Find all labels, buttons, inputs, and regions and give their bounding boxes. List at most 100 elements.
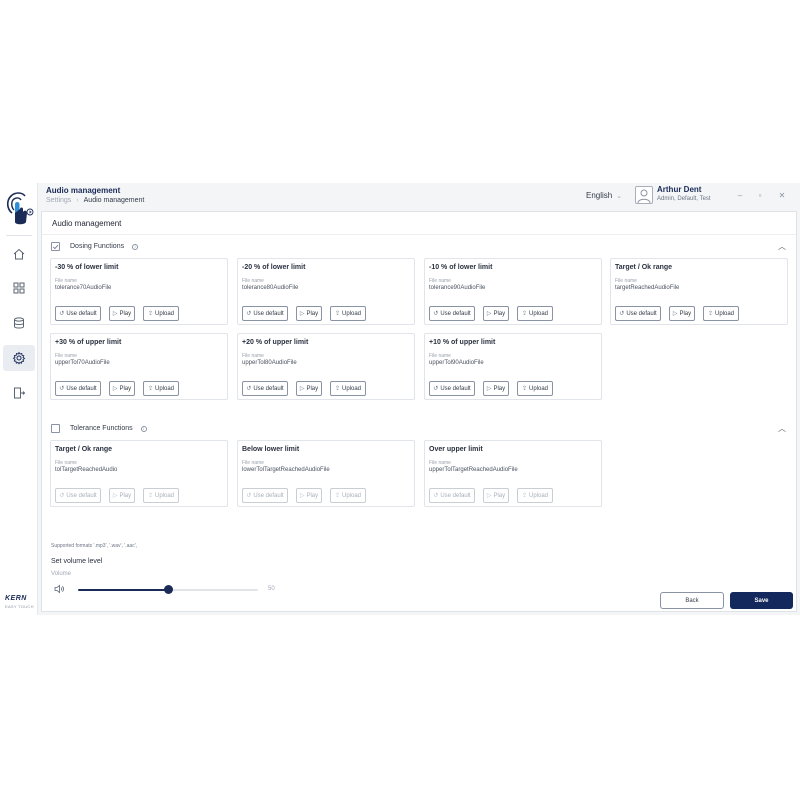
upload-icon: ⇪ [707, 311, 713, 317]
play-button[interactable]: ▷ Play [296, 381, 322, 396]
use-default-button[interactable]: ↺ Use default [429, 488, 475, 503]
play-button[interactable]: ▷ Play [109, 488, 135, 503]
reset-icon: ↺ [619, 311, 625, 317]
divider [42, 234, 796, 235]
use-default-button[interactable]: ↺ Use default [429, 306, 475, 321]
play-button[interactable]: ▷ Play [109, 306, 135, 321]
audio-card: -20 % of lower limit File name tolerance80… [237, 258, 415, 325]
play-button[interactable]: ▷ Play [296, 488, 322, 503]
play-icon: ▷ [112, 311, 118, 317]
file-name-value: upperTol90AudioFile [429, 360, 484, 366]
brand-subtitle: EASY TOUCH [5, 604, 34, 609]
play-label: Play [119, 310, 132, 317]
upload-button[interactable]: ⇪ Upload [330, 488, 366, 503]
back-button[interactable]: Back [660, 592, 724, 609]
use-default-button[interactable]: ↺ Use default [615, 306, 661, 321]
upload-label: Upload [342, 492, 362, 499]
play-icon: ▷ [672, 311, 678, 317]
upload-button[interactable]: ⇪ Upload [517, 488, 553, 503]
minimize-icon[interactable]: – [734, 189, 746, 201]
sidebar-item-settings[interactable] [3, 345, 35, 371]
card-actions: ↺ Use default ▷ Play ⇪ Upload [615, 306, 739, 321]
play-button[interactable]: ▷ Play [296, 306, 322, 321]
volume-slider-fill [78, 589, 168, 591]
breadcrumb-settings-link[interactable]: Settings [46, 197, 71, 204]
upload-button[interactable]: ⇪ Upload [143, 488, 179, 503]
user-name: Arthur Dent [657, 185, 702, 194]
user-icon [637, 189, 651, 203]
avatar[interactable] [635, 186, 653, 204]
file-name-label: File name [55, 353, 77, 359]
upload-button[interactable]: ⇪ Upload [703, 306, 739, 321]
use-default-button[interactable]: ↺ Use default [242, 488, 288, 503]
use-default-label: Use default [253, 385, 284, 392]
sidebar-item-dashboard[interactable] [3, 275, 35, 301]
file-name-value: targetReachedAudioFile [615, 285, 680, 291]
upload-label: Upload [529, 385, 549, 392]
reset-icon: ↺ [433, 493, 439, 499]
use-default-button[interactable]: ↺ Use default [242, 381, 288, 396]
play-icon: ▷ [299, 386, 305, 392]
use-default-button[interactable]: ↺ Use default [55, 488, 101, 503]
upload-icon: ⇪ [521, 386, 527, 392]
language-select[interactable]: English ⌄ [586, 191, 622, 200]
grid-icon [13, 282, 25, 294]
play-button[interactable]: ▷ Play [483, 488, 509, 503]
file-name-label: File name [429, 460, 451, 466]
card-actions: ↺ Use default ▷ Play ⇪ Upload [55, 381, 179, 396]
use-default-button[interactable]: ↺ Use default [242, 306, 288, 321]
play-button[interactable]: ▷ Play [109, 381, 135, 396]
info-icon[interactable]: i [132, 243, 139, 250]
play-button[interactable]: ▷ Play [483, 306, 509, 321]
card-title: Target / Ok range [615, 264, 673, 271]
upload-button[interactable]: ⇪ Upload [330, 306, 366, 321]
card-actions: ↺ Use default ▷ Play ⇪ Upload [429, 381, 553, 396]
use-default-button[interactable]: ↺ Use default [55, 381, 101, 396]
card-title: +10 % of upper limit [429, 339, 496, 346]
maximize-icon[interactable]: ▫ [754, 189, 766, 201]
upload-label: Upload [529, 310, 549, 317]
close-icon[interactable]: ✕ [776, 189, 788, 201]
dosing-checkbox[interactable] [51, 242, 60, 251]
info-icon[interactable]: i [140, 425, 147, 432]
reset-icon: ↺ [433, 386, 439, 392]
file-name-value: tolerance70AudioFile [55, 285, 112, 291]
collapse-dosing-icon[interactable]: ︿ [778, 241, 786, 252]
card-title: -30 % of lower limit [55, 264, 119, 271]
sidebar-item-home[interactable] [3, 241, 35, 267]
upload-button[interactable]: ⇪ Upload [517, 306, 553, 321]
home-icon [13, 248, 25, 260]
upload-label: Upload [155, 385, 175, 392]
database-icon [14, 317, 24, 329]
use-default-label: Use default [66, 385, 97, 392]
reset-icon: ↺ [246, 493, 252, 499]
use-default-label: Use default [253, 310, 284, 317]
play-button[interactable]: ▷ Play [669, 306, 695, 321]
breadcrumb-current: Audio management [83, 197, 145, 204]
play-label: Play [493, 385, 506, 392]
card-title: +30 % of upper limit [55, 339, 122, 346]
volume-title: Set volume level [51, 558, 103, 565]
play-label: Play [306, 310, 319, 317]
upload-button[interactable]: ⇪ Upload [330, 381, 366, 396]
save-button[interactable]: Save [730, 592, 793, 609]
sidebar-item-database[interactable] [3, 310, 35, 336]
upload-button[interactable]: ⇪ Upload [143, 381, 179, 396]
card-title: +20 % of upper limit [242, 339, 309, 346]
upload-button[interactable]: ⇪ Upload [517, 381, 553, 396]
app-window: KERN EASY TOUCH Audio management Setting… [0, 183, 800, 615]
play-button[interactable]: ▷ Play [483, 381, 509, 396]
tolerance-checkbox[interactable] [51, 424, 60, 433]
upload-button[interactable]: ⇪ Upload [143, 306, 179, 321]
play-label: Play [306, 492, 319, 499]
use-default-button[interactable]: ↺ Use default [429, 381, 475, 396]
audio-card: Below lower limit File name lowerTolTarget… [237, 440, 415, 507]
volume-slider[interactable] [78, 585, 258, 594]
play-icon: ▷ [112, 493, 118, 499]
use-default-button[interactable]: ↺ Use default [55, 306, 101, 321]
use-default-label: Use default [66, 310, 97, 317]
play-icon: ▷ [112, 386, 118, 392]
collapse-tolerance-icon[interactable]: ︿ [778, 423, 786, 434]
volume-slider-thumb[interactable] [163, 585, 173, 594]
sidebar-item-logout[interactable] [3, 380, 35, 406]
